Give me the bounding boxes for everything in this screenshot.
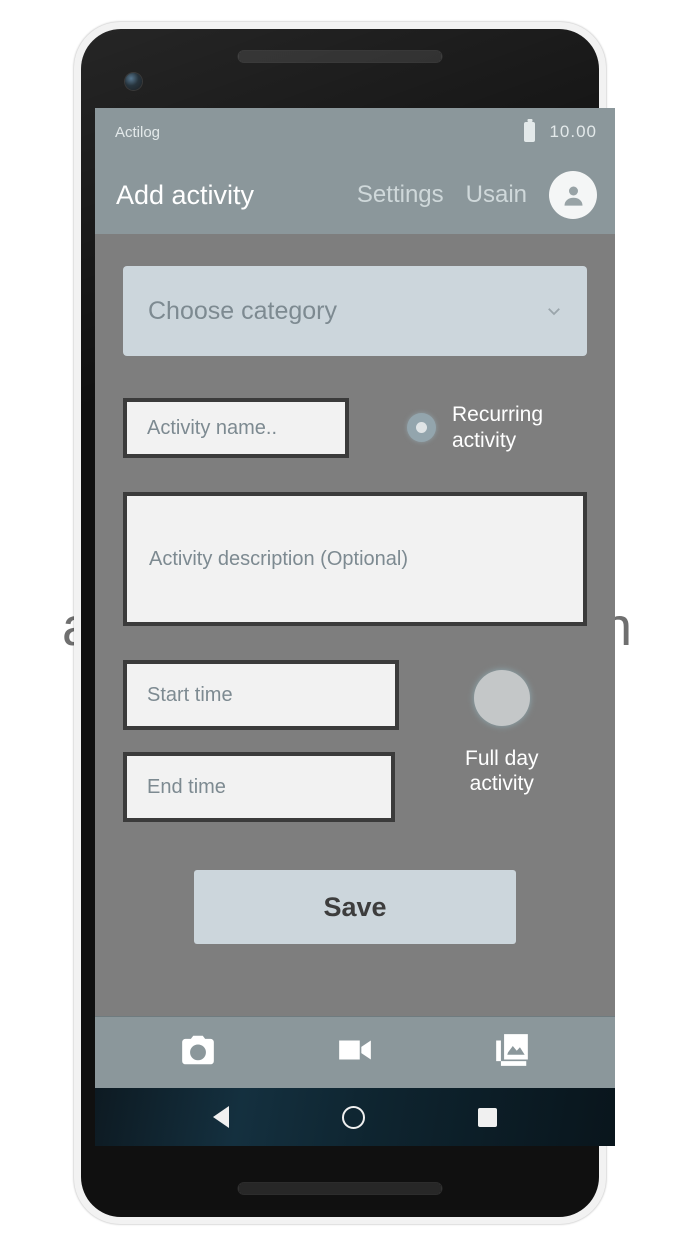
activity-name-input[interactable]: Activity name.. (123, 398, 349, 458)
save-button-row: Save (123, 870, 587, 944)
earpiece-grille-icon (237, 50, 443, 63)
recurring-activity-label: Recurring activity (452, 402, 543, 453)
back-triangle-icon[interactable] (213, 1106, 230, 1128)
full-day-label-line2: activity (469, 772, 534, 796)
time-inputs-column: Start time End time (123, 660, 399, 822)
activity-name-row: Activity name.. Recurring activity (123, 398, 587, 458)
front-camera-icon (125, 73, 142, 90)
full-day-activity-control[interactable]: Full day activity (465, 670, 539, 796)
activity-name-placeholder: Activity name.. (147, 416, 278, 439)
speaker-grille-icon (237, 1182, 443, 1195)
app-bar: Add activity Settings Usain (95, 156, 615, 234)
battery-icon (524, 122, 536, 142)
start-time-input[interactable]: Start time (123, 660, 399, 730)
category-select-label: Choose category (148, 296, 338, 325)
settings-link[interactable]: Settings (357, 181, 444, 209)
time-fields-block: Start time End time Full day activity (123, 660, 587, 822)
camera-icon[interactable] (179, 1031, 217, 1074)
category-select[interactable]: Choose category (123, 266, 587, 356)
video-camera-icon[interactable] (336, 1031, 374, 1074)
full-day-activity-label: Full day activity (465, 746, 539, 796)
android-nav-bar (95, 1088, 615, 1146)
full-day-label-line1: Full day (465, 747, 539, 770)
user-avatar-icon[interactable] (549, 171, 597, 219)
end-time-input[interactable]: End time (123, 752, 395, 822)
activity-description-placeholder: Activity description (Optional) (149, 547, 408, 570)
status-time: 10.00 (549, 122, 597, 141)
start-time-placeholder: Start time (147, 683, 233, 706)
gallery-icon[interactable] (493, 1031, 531, 1074)
form-content: Choose category Activity name.. Recurrin… (95, 234, 615, 1088)
toggle-circle-icon[interactable] (473, 670, 530, 726)
end-time-placeholder: End time (147, 775, 226, 798)
save-button[interactable]: Save (194, 870, 516, 944)
page-title: Add activity (116, 179, 255, 210)
user-name-link[interactable]: Usain (466, 181, 527, 209)
recurring-activity-control[interactable]: Recurring activity (407, 402, 543, 453)
status-app-name: Actilog (115, 123, 161, 141)
status-bar-right: 10.00 (524, 122, 597, 142)
recurring-label-line1: Recurring (452, 403, 544, 426)
phone-screen: Actilog 10.00 Add activity Settings Usai… (95, 108, 615, 1088)
recents-square-icon[interactable] (477, 1107, 497, 1127)
status-bar: Actilog 10.00 (95, 108, 615, 156)
radio-button-icon[interactable] (407, 413, 436, 443)
chevron-down-icon (545, 302, 563, 320)
recurring-label-line2: activity (452, 428, 517, 452)
media-bar (95, 1016, 615, 1088)
home-circle-icon[interactable] (341, 1105, 365, 1129)
activity-description-input[interactable]: Activity description (Optional) (123, 492, 587, 626)
